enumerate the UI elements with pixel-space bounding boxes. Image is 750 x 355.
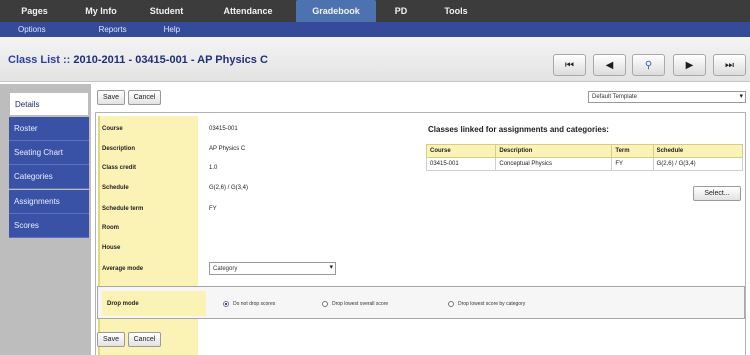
classes-title: Classes linked for assignments and categ… xyxy=(428,125,609,134)
cancel-button[interactable]: Cancel xyxy=(128,90,161,105)
tab-my-info[interactable]: My Info xyxy=(69,0,133,22)
cell-course: 03415-001 xyxy=(425,157,497,171)
room-label: Room xyxy=(102,225,119,231)
sub-navigation: Options Reports Help xyxy=(0,22,750,37)
radio-unselected-icon xyxy=(322,301,328,307)
page-title: Class List :: 2010-2011 - 03415-001 - AP… xyxy=(8,54,268,66)
sidebar-item-scores[interactable]: Scores xyxy=(9,214,89,238)
course-value: 03415-001 xyxy=(209,126,238,132)
drop-mode-option-lowest-by-category[interactable]: Drop lowest score by category xyxy=(448,301,525,307)
table-header-row: Course Description Term Schedule xyxy=(425,144,744,158)
radio-selected-icon xyxy=(223,301,229,307)
column-description: Description xyxy=(495,144,613,158)
schedule-label: Schedule xyxy=(102,185,129,191)
sidebar-item-label: Details xyxy=(15,99,40,109)
class-credit-label: Class credit xyxy=(102,165,137,171)
select-classes-button[interactable]: Select... xyxy=(693,186,741,201)
column-term: Term xyxy=(611,144,654,158)
schedule-term-value: FY xyxy=(209,206,217,212)
sidebar-item-details[interactable]: Details xyxy=(9,92,89,116)
drop-mode-option-none[interactable]: Do not drop scores xyxy=(223,301,275,307)
tab-pages[interactable]: Pages xyxy=(0,0,69,22)
description-value: AP Physics C xyxy=(209,146,246,152)
radio-label: Drop lowest score by category xyxy=(458,301,526,307)
main-content: Save Cancel Default Template ▾ Course 03… xyxy=(91,84,750,355)
description-label: Description xyxy=(102,146,136,152)
sidebar-item-label: Roster xyxy=(14,124,38,133)
search-button[interactable]: ⚲ xyxy=(632,54,665,76)
sidebar-item-seating-chart[interactable]: Seating Chart xyxy=(9,141,89,165)
subnav-help[interactable]: Help xyxy=(164,25,180,34)
drop-mode-section: Drop mode Do not drop scores Drop lowest… xyxy=(97,286,745,319)
save-button[interactable]: Save xyxy=(97,90,125,105)
last-page-button[interactable]: ⏭ xyxy=(713,54,746,76)
top-navigation: Pages My Info Student Attendance Gradebo… xyxy=(0,0,750,22)
sidebar-item-label: Scores xyxy=(14,221,39,230)
first-page-icon: ⏮ xyxy=(565,59,574,71)
cell-schedule: G(2,6) / G(3,4) xyxy=(652,157,744,171)
house-label: House xyxy=(102,245,121,251)
average-mode-select[interactable]: Category ▾ xyxy=(209,262,336,275)
radio-unselected-icon xyxy=(448,301,454,307)
column-schedule: Schedule xyxy=(652,144,744,158)
sidebar-item-roster[interactable]: Roster xyxy=(9,117,89,141)
class-credit-value: 1.0 xyxy=(209,165,218,171)
template-select-value: Default Template xyxy=(592,94,637,100)
table-row[interactable]: 03415-001 Conceptual Physics FY G(2,6) /… xyxy=(425,157,744,171)
sidebar: Details Roster Seating Chart Categories … xyxy=(0,84,91,355)
class-list-label: Class List :: xyxy=(8,54,71,66)
subnav-reports[interactable]: Reports xyxy=(99,25,127,34)
last-page-icon: ⏭ xyxy=(725,59,734,71)
schedule-term-label: Schedule term xyxy=(102,206,144,212)
tab-gradebook[interactable]: Gradebook xyxy=(296,0,376,22)
next-button[interactable]: ▶ xyxy=(673,54,706,76)
chevron-down-icon: ▾ xyxy=(739,93,743,100)
course-label: Course xyxy=(102,126,123,132)
previous-icon: ◀ xyxy=(605,59,614,71)
previous-button[interactable]: ◀ xyxy=(593,54,626,76)
class-title: 2010-2011 - 03415-001 - AP Physics C xyxy=(73,54,268,66)
search-icon: ⚲ xyxy=(644,59,653,71)
cell-term: FY xyxy=(611,157,654,171)
average-mode-label: Average mode xyxy=(102,266,144,272)
subnav-options[interactable]: Options xyxy=(18,25,46,34)
tab-attendance[interactable]: Attendance xyxy=(200,0,296,22)
bottom-cancel-button[interactable]: Cancel xyxy=(128,332,161,347)
column-course: Course xyxy=(425,144,497,158)
sidebar-item-label: Assignments xyxy=(14,197,60,206)
schedule-value: G(2,6) / G(3,4) xyxy=(209,185,249,191)
bottom-save-button[interactable]: Save xyxy=(97,332,125,347)
template-select[interactable]: Default Template ▾ xyxy=(588,91,746,103)
sidebar-item-assignments[interactable]: Assignments xyxy=(9,190,89,214)
drop-mode-option-lowest-overall[interactable]: Drop lowest overall score xyxy=(322,301,388,307)
sidebar-item-label: Categories xyxy=(14,172,53,181)
sidebar-item-label: Seating Chart xyxy=(14,148,63,157)
linked-classes-table: Course Description Term Schedule 03415-0… xyxy=(425,144,744,171)
average-mode-value: Category xyxy=(213,265,238,272)
tab-pd[interactable]: PD xyxy=(376,0,426,22)
drop-mode-label: Drop mode xyxy=(102,291,206,316)
tab-student[interactable]: Student xyxy=(133,0,200,22)
first-page-button[interactable]: ⏮ xyxy=(553,54,586,76)
tab-tools[interactable]: Tools xyxy=(426,0,486,22)
sidebar-item-categories[interactable]: Categories xyxy=(9,165,89,189)
next-icon: ▶ xyxy=(685,59,694,71)
radio-label: Drop lowest overall score xyxy=(332,301,389,307)
cell-description: Conceptual Physics xyxy=(495,157,613,171)
radio-label: Do not drop scores xyxy=(233,301,276,307)
chevron-down-icon: ▾ xyxy=(329,264,333,271)
